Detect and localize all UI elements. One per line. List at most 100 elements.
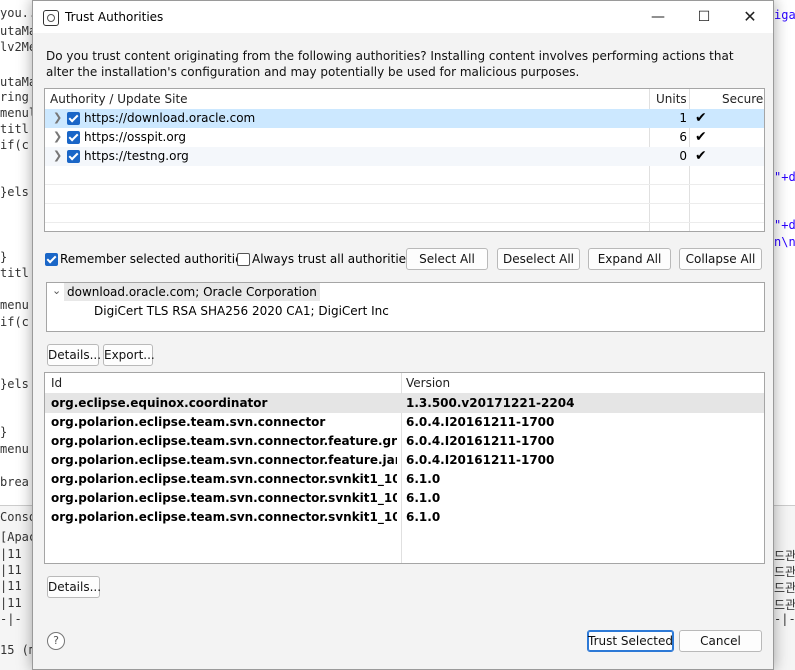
unit-version: 1.3.500.v20171221-2204: [406, 396, 575, 410]
background-code-line: igat: [774, 8, 795, 22]
authority-site: https://osspit.org: [84, 130, 187, 144]
expand-all-button[interactable]: Expand All: [588, 248, 671, 270]
certificate-details-button[interactable]: Details...: [47, 344, 101, 366]
background-console-line: 드관: [774, 598, 795, 612]
cancel-button[interactable]: Cancel: [679, 630, 762, 652]
background-code-line: brea: [0, 475, 29, 489]
unit-version: 6.1.0: [406, 491, 441, 505]
background-console-line: 드관: [774, 581, 795, 595]
background-code-line: }: [0, 250, 8, 264]
column-header-site[interactable]: Authority / Update Site: [50, 92, 188, 106]
unit-id: org.polarion.eclipse.team.svn.connector.…: [51, 453, 397, 467]
background-console-line: 드관: [774, 565, 795, 579]
background-code-line: "+da: [774, 170, 795, 184]
column-header-id[interactable]: Id: [51, 376, 62, 390]
chevron-right-icon[interactable]: ❯: [53, 111, 62, 124]
certificate-child-label[interactable]: DigiCert TLS RSA SHA256 2020 CA1; DigiCe…: [94, 304, 389, 318]
authority-row[interactable]: ❯ https://testng.org 0 ✔: [45, 147, 764, 166]
unit-id: org.eclipse.equinox.coordinator: [51, 396, 268, 410]
background-console-line: -|-: [774, 612, 795, 626]
unit-row[interactable]: org.polarion.eclipse.team.svn.connector 6…: [45, 413, 764, 432]
row-divider: [45, 222, 764, 223]
authority-checkbox[interactable]: [67, 112, 80, 125]
authorities-table[interactable]: Authority / Update Site Units Secured ❯ …: [44, 88, 765, 232]
background-code-line: menu: [0, 442, 29, 456]
secured-check-icon: ✔: [695, 110, 707, 126]
authority-row[interactable]: ❯ https://download.oracle.com 1 ✔: [45, 109, 764, 128]
deselect-all-button[interactable]: Deselect All: [497, 248, 580, 270]
certificate-tree[interactable]: ⌄ download.oracle.com; Oracle Corporatio…: [46, 282, 765, 332]
close-icon[interactable]: ✕: [727, 1, 773, 33]
authority-checkbox[interactable]: [67, 131, 80, 144]
remember-authorities-checkbox[interactable]: [45, 253, 58, 266]
unit-row[interactable]: org.polarion.eclipse.team.svn.connector.…: [45, 508, 764, 527]
certificate-root-row[interactable]: ⌄ download.oracle.com; Oracle Corporatio…: [47, 283, 764, 302]
background-console-line: -|-: [0, 612, 22, 626]
background-code-line: if(c: [0, 315, 29, 329]
background-console-line: 15 (m: [0, 643, 37, 657]
help-icon[interactable]: ?: [47, 632, 65, 650]
chevron-right-icon[interactable]: ❯: [53, 130, 62, 143]
chevron-right-icon[interactable]: ❯: [53, 149, 62, 162]
column-header-units[interactable]: Units: [656, 92, 687, 106]
unit-version: 6.1.0: [406, 472, 441, 486]
background-code-line: n\n-: [774, 235, 795, 249]
unit-row[interactable]: org.eclipse.equinox.coordinator 1.3.500.v…: [45, 394, 764, 413]
secured-check-icon: ✔: [695, 148, 707, 164]
unit-version: 6.0.4.I20161211-1700: [406, 453, 555, 467]
minimize-icon[interactable]: —: [635, 1, 681, 33]
units-table-header: Id Version: [45, 373, 764, 394]
background-code-line: }els: [0, 377, 29, 391]
background-code-line: lv2Me: [0, 40, 37, 54]
unit-row[interactable]: org.polarion.eclipse.team.svn.connector.…: [45, 451, 764, 470]
unit-row[interactable]: org.polarion.eclipse.team.svn.connector.…: [45, 432, 764, 451]
certificate-export-button[interactable]: Export...: [103, 344, 155, 366]
unit-id: org.polarion.eclipse.team.svn.connector.…: [51, 472, 397, 486]
background-console-line: |11: [0, 547, 22, 561]
unit-id: org.polarion.eclipse.team.svn.connector.…: [51, 491, 397, 505]
row-divider: [45, 203, 764, 204]
secured-check-icon: ✔: [695, 129, 707, 145]
unit-id: org.polarion.eclipse.team.svn.connector.…: [51, 510, 397, 524]
trust-message: Do you trust content originating from th…: [46, 49, 734, 79]
certificate-root-label: download.oracle.com; Oracle Corporation: [64, 283, 320, 301]
dialog-title: Trust Authorities: [65, 10, 164, 24]
authority-checkbox[interactable]: [67, 150, 80, 163]
authority-site: https://download.oracle.com: [84, 111, 256, 125]
units-details-button[interactable]: Details...: [47, 576, 101, 598]
background-console-line: |11: [0, 563, 22, 577]
background-code-line: titl: [0, 122, 29, 136]
authority-units: 1: [679, 111, 687, 125]
background-code-line: menul: [0, 106, 37, 120]
maximize-icon[interactable]: ☐: [681, 1, 727, 33]
authority-row[interactable]: ❯ https://osspit.org 6 ✔: [45, 128, 764, 147]
authority-units: 0: [679, 149, 687, 163]
title-bar[interactable]: Trust Authorities — ☐ ✕: [33, 1, 773, 33]
unit-version: 6.0.4.I20161211-1700: [406, 415, 555, 429]
background-code-line: menu: [0, 298, 29, 312]
always-trust-checkbox[interactable]: [237, 253, 250, 266]
always-trust-label[interactable]: Always trust all authorities: [252, 252, 412, 266]
remember-authorities-label[interactable]: Remember selected authorities: [60, 252, 249, 266]
unit-version: 6.1.0: [406, 510, 441, 524]
background-console-line: Conso: [0, 510, 37, 524]
unit-row[interactable]: org.polarion.eclipse.team.svn.connector.…: [45, 489, 764, 508]
background-code-line: "+da: [774, 218, 795, 232]
chevron-down-icon[interactable]: ⌄: [52, 284, 61, 297]
row-divider: [45, 184, 764, 185]
select-all-button[interactable]: Select All: [406, 248, 488, 270]
unit-version: 6.0.4.I20161211-1700: [406, 434, 555, 448]
authorities-table-header: Authority / Update Site Units Secured: [45, 89, 764, 110]
column-header-secured[interactable]: Secured: [722, 92, 764, 106]
background-code-line: }els: [0, 185, 29, 199]
background-console-line: |11: [0, 596, 22, 610]
unit-row[interactable]: org.polarion.eclipse.team.svn.connector.…: [45, 470, 764, 489]
units-table[interactable]: Id Version org.eclipse.equinox.coordinat…: [44, 372, 765, 564]
background-code-line: }: [0, 425, 8, 439]
unit-id: org.polarion.eclipse.team.svn.connector.…: [51, 434, 397, 448]
collapse-all-button[interactable]: Collapse All: [679, 248, 762, 270]
column-header-version[interactable]: Version: [406, 376, 450, 390]
eclipse-app-icon: [43, 10, 59, 26]
trust-selected-button[interactable]: Trust Selected: [587, 630, 674, 652]
background-code-line: titl: [0, 266, 29, 280]
